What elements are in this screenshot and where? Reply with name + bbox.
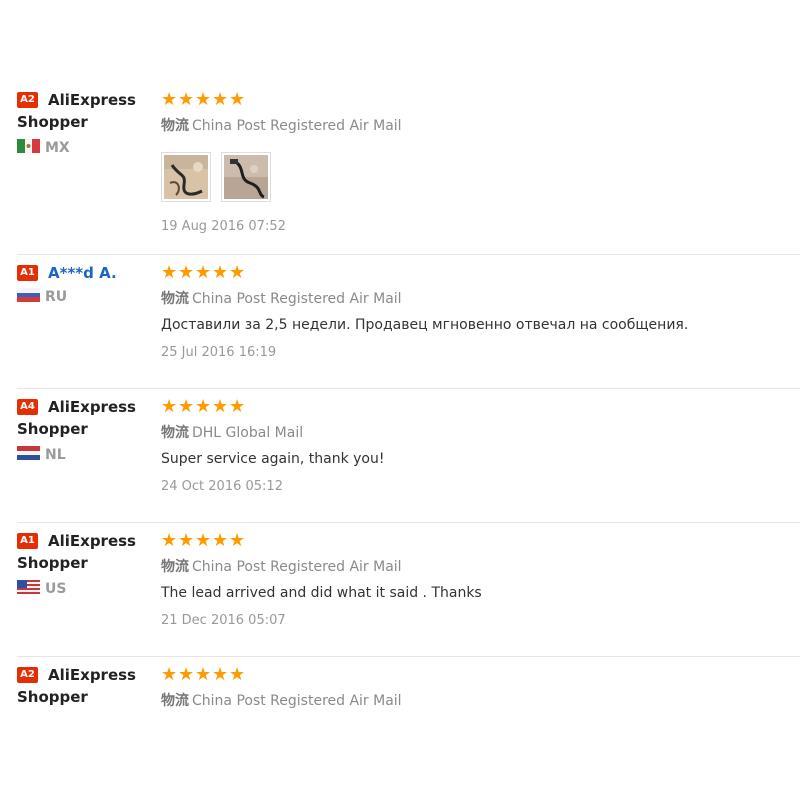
star-icon: ★: [161, 89, 178, 109]
flag-mx-icon: [17, 139, 40, 153]
star-icon: ★: [178, 396, 195, 416]
buyer-name-line: AliExpress Shopper A2: [17, 657, 152, 706]
country-code: US: [45, 581, 67, 597]
review-date: 25 Jul 2016 16:19: [161, 345, 277, 360]
buyer-country: US: [17, 580, 67, 597]
star-icon: ★: [161, 262, 178, 282]
logistics-info: 物流 China Post Registered Air Mail: [161, 690, 402, 710]
buyer-level-badge: A4: [17, 399, 38, 415]
star-icon: ★: [161, 530, 178, 550]
star-icon: ★: [195, 396, 212, 416]
logistics-label: 物流: [161, 291, 189, 307]
star-icon: ★: [229, 89, 246, 109]
logistics-method: China Post Registered Air Mail: [192, 559, 402, 575]
country-code: NL: [45, 447, 66, 463]
buyer-level-badge: A2: [17, 667, 38, 683]
review-date: 21 Dec 2016 05:07: [161, 613, 286, 628]
review-item: AliExpress Shopper A4 NL ★★★★★ 物流 DHL Glo…: [17, 389, 800, 523]
buyer-info: AliExpress Shopper A1 US: [17, 523, 152, 597]
star-icon: ★: [161, 396, 178, 416]
buyer-name-line: AliExpress Shopper A1: [17, 523, 152, 572]
star-icon: ★: [178, 530, 195, 550]
buyer-level-badge: A1: [17, 265, 38, 281]
logistics-info: 物流 China Post Registered Air Mail: [161, 115, 402, 135]
star-icon: ★: [178, 262, 195, 282]
country-code: RU: [45, 289, 68, 305]
buyer-name-line: AliExpress Shopper A4: [17, 389, 152, 438]
star-icon: ★: [195, 664, 212, 684]
star-icon: ★: [212, 262, 229, 282]
star-rating: ★★★★★: [161, 397, 246, 415]
star-icon: ★: [229, 396, 246, 416]
review-item: AliExpress Shopper A2 ★★★★★ 物流 China Post…: [17, 657, 800, 757]
review-item: AliExpress Shopper A2 MX ★★★★★ 物流 China …: [17, 82, 800, 255]
review-photos: [161, 152, 277, 202]
logistics-method: China Post Registered Air Mail: [192, 118, 402, 134]
star-icon: ★: [212, 664, 229, 684]
logistics-info: 物流 China Post Registered Air Mail: [161, 556, 402, 576]
buyer-country: RU: [17, 288, 68, 305]
buyer-name-line: A***d A. A1: [17, 255, 152, 282]
star-icon: ★: [178, 664, 195, 684]
logistics-method: China Post Registered Air Mail: [192, 693, 402, 709]
star-icon: ★: [195, 89, 212, 109]
star-rating: ★★★★★: [161, 90, 246, 108]
review-item: AliExpress Shopper A1 US ★★★★★ 物流 China …: [17, 523, 800, 657]
review-date: 24 Oct 2016 05:12: [161, 479, 283, 494]
logistics-info: 物流 China Post Registered Air Mail: [161, 288, 402, 308]
star-rating: ★★★★★: [161, 263, 246, 281]
star-icon: ★: [195, 262, 212, 282]
logistics-info: 物流 DHL Global Mail: [161, 422, 303, 442]
review-photo-thumbnail[interactable]: [161, 152, 211, 202]
review-date: 19 Aug 2016 07:52: [161, 219, 286, 234]
star-icon: ★: [212, 530, 229, 550]
feedback-list: AliExpress Shopper A2 MX ★★★★★ 物流 China …: [17, 82, 800, 757]
star-icon: ★: [229, 262, 246, 282]
photo-cable-icon: [224, 155, 269, 199]
flag-us-icon: [17, 580, 40, 594]
review-comment: Super service again, thank you!: [161, 451, 385, 467]
star-rating: ★★★★★: [161, 665, 246, 683]
star-icon: ★: [178, 89, 195, 109]
review-photo-thumbnail[interactable]: [221, 152, 272, 202]
review-comment: The lead arrived and did what it said . …: [161, 585, 482, 601]
buyer-level-badge: A2: [17, 92, 38, 108]
star-icon: ★: [229, 530, 246, 550]
buyer-info: AliExpress Shopper A2: [17, 657, 152, 706]
logistics-label: 物流: [161, 425, 189, 441]
buyer-info: AliExpress Shopper A2 MX: [17, 82, 152, 156]
buyer-name-line: AliExpress Shopper A2: [17, 82, 152, 131]
star-icon: ★: [212, 89, 229, 109]
star-icon: ★: [229, 664, 246, 684]
buyer-country: NL: [17, 446, 66, 463]
logistics-label: 物流: [161, 118, 189, 134]
flag-ru-icon: [17, 288, 40, 302]
flag-nl-icon: [17, 446, 40, 460]
logistics-label: 物流: [161, 559, 189, 575]
buyer-info: A***d A. A1 RU: [17, 255, 152, 305]
photo-cable-icon: [164, 155, 208, 199]
star-rating: ★★★★★: [161, 531, 246, 549]
star-icon: ★: [212, 396, 229, 416]
logistics-method: DHL Global Mail: [192, 425, 304, 441]
country-code: MX: [45, 140, 70, 156]
logistics-method: China Post Registered Air Mail: [192, 291, 402, 307]
review-comment: Доставили за 2,5 недели. Продавец мгнове…: [161, 317, 689, 333]
review-item: A***d A. A1 RU ★★★★★ 物流 China Post Regist…: [17, 255, 800, 389]
logistics-label: 物流: [161, 693, 189, 709]
buyer-level-badge: A1: [17, 533, 38, 549]
star-icon: ★: [161, 664, 178, 684]
buyer-country: MX: [17, 139, 70, 156]
star-icon: ★: [195, 530, 212, 550]
buyer-info: AliExpress Shopper A4 NL: [17, 389, 152, 463]
